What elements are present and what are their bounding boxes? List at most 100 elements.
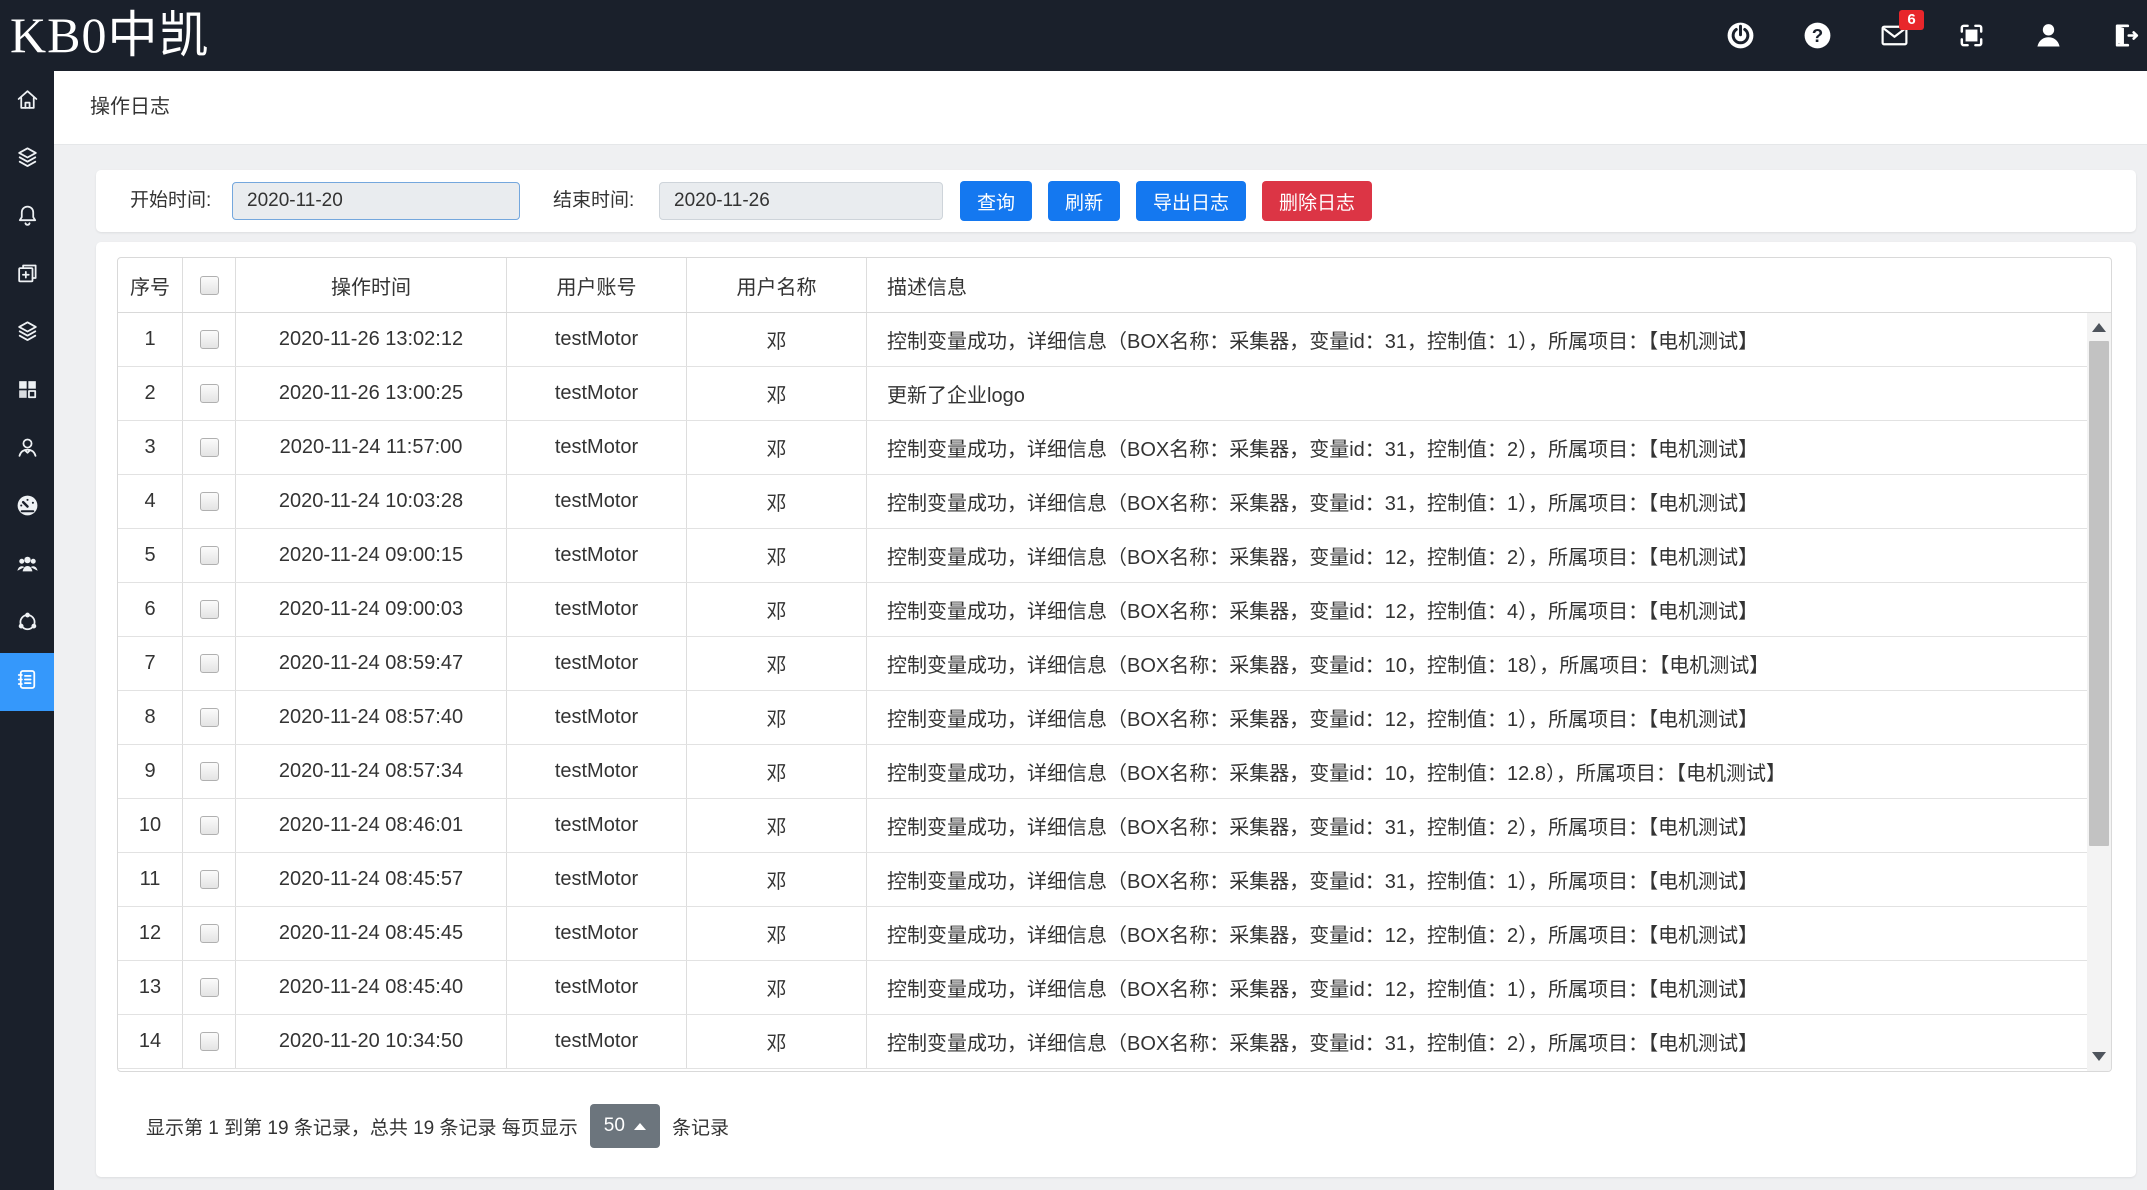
user-group-icon xyxy=(15,551,40,581)
user-account-cell: testMotor xyxy=(507,1015,687,1068)
sidebar-item-2[interactable] xyxy=(0,189,54,247)
refresh-button[interactable]: 刷新 xyxy=(1048,181,1120,221)
row-checkbox[interactable] xyxy=(200,492,219,511)
operation-time-cell: 2020-11-24 08:57:34 xyxy=(236,745,507,798)
row-index-cell: 8 xyxy=(118,691,183,744)
operation-time-cell: 2020-11-24 08:57:40 xyxy=(236,691,507,744)
row-checkbox[interactable] xyxy=(200,708,219,727)
sidebar-item-3[interactable] xyxy=(0,247,54,305)
brand-logo: KB0中凯 xyxy=(10,0,209,71)
sidebar-item-4[interactable] xyxy=(0,305,54,363)
page-size-dropdown[interactable]: 50 xyxy=(590,1104,660,1148)
sidebar-item-9[interactable] xyxy=(0,595,54,653)
table-body: 12020-11-26 13:02:12testMotor邓控制变量成功，详细信… xyxy=(118,313,2111,1071)
row-checkbox[interactable] xyxy=(200,978,219,997)
table-row: 72020-11-24 08:59:47testMotor邓控制变量成功，详细信… xyxy=(118,637,2089,691)
row-index-cell: 4 xyxy=(118,475,183,528)
user-name-cell: 邓 xyxy=(687,475,867,528)
table-row: 62020-11-24 09:00:03testMotor邓控制变量成功，详细信… xyxy=(118,583,2089,637)
row-checkbox[interactable] xyxy=(200,330,219,349)
pagination-info-suffix: 条记录 xyxy=(672,1113,729,1140)
user-name-cell: 邓 xyxy=(687,421,867,474)
row-checkbox[interactable] xyxy=(200,924,219,943)
table-row: 92020-11-24 08:57:34testMotor邓控制变量成功，详细信… xyxy=(118,745,2089,799)
start-date-input[interactable] xyxy=(232,182,520,220)
user-name-cell: 邓 xyxy=(687,1015,867,1068)
row-checkbox-cell xyxy=(183,907,236,960)
operation-time-cell: 2020-11-24 08:45:57 xyxy=(236,853,507,906)
export-log-button[interactable]: 导出日志 xyxy=(1136,181,1246,221)
row-index-cell: 7 xyxy=(118,637,183,690)
pagination-info-prefix: 显示第 1 到第 19 条记录，总共 19 条记录 每页显示 xyxy=(146,1113,578,1140)
row-checkbox[interactable] xyxy=(200,870,219,889)
top-navbar: KB0中凯 ?6 xyxy=(0,0,2147,71)
query-button[interactable]: 查询 xyxy=(960,181,1032,221)
pagination-bar: 显示第 1 到第 19 条记录，总共 19 条记录 每页显示 50 条记录 xyxy=(146,1104,729,1148)
user-account-cell: testMotor xyxy=(507,529,687,582)
delete-log-button[interactable]: 删除日志 xyxy=(1262,181,1372,221)
row-checkbox[interactable] xyxy=(200,762,219,781)
description-cell: 控制变量成功，详细信息（BOX名称：采集器，变量id：31，控制值：2），所属项… xyxy=(867,1015,2089,1068)
sidebar-item-6[interactable] xyxy=(0,421,54,479)
exit-icon[interactable] xyxy=(2110,20,2141,51)
select-all-checkbox[interactable] xyxy=(200,276,219,295)
row-checkbox[interactable] xyxy=(200,438,219,457)
table-scrollbar[interactable] xyxy=(2087,313,2111,1071)
row-checkbox[interactable] xyxy=(200,816,219,835)
filter-buttons: 查询刷新导出日志删除日志 xyxy=(960,181,1372,221)
row-checkbox-cell xyxy=(183,313,236,366)
fullscreen-icon[interactable] xyxy=(1956,20,1987,51)
operation-time-cell: 2020-11-24 09:00:03 xyxy=(236,583,507,636)
table-row: 52020-11-24 09:00:15testMotor邓控制变量成功，详细信… xyxy=(118,529,2089,583)
sidebar-item-8[interactable] xyxy=(0,537,54,595)
sidebar-item-7[interactable] xyxy=(0,479,54,537)
end-time-label: 结束时间: xyxy=(553,170,634,232)
operation-time-cell: 2020-11-20 10:34:50 xyxy=(236,1015,507,1068)
filter-card: 开始时间: 结束时间: 查询刷新导出日志删除日志 xyxy=(96,170,2136,232)
row-checkbox[interactable] xyxy=(200,600,219,619)
end-date-input[interactable] xyxy=(659,182,943,220)
sidebar-item-5[interactable] xyxy=(0,363,54,421)
log-icon xyxy=(15,667,40,697)
mail-icon[interactable]: 6 xyxy=(1879,20,1910,51)
description-cell: 更新了企业logo xyxy=(867,367,2089,420)
bell-icon xyxy=(15,203,40,233)
row-checkbox[interactable] xyxy=(200,654,219,673)
table-row: 142020-11-20 10:34:50testMotor邓控制变量成功，详细… xyxy=(118,1015,2089,1069)
scrollbar-thumb[interactable] xyxy=(2089,341,2109,846)
page-title: 操作日志 xyxy=(90,71,170,144)
page-title-bar: 操作日志 xyxy=(54,71,2147,145)
row-checkbox[interactable] xyxy=(200,546,219,565)
add-box-icon xyxy=(15,261,40,291)
row-checkbox-cell xyxy=(183,637,236,690)
help-icon[interactable]: ? xyxy=(1802,20,1833,51)
header-checkbox-cell xyxy=(183,258,236,312)
row-checkbox[interactable] xyxy=(200,1032,219,1051)
home-icon xyxy=(15,87,40,117)
scroll-up-arrow-icon[interactable] xyxy=(2092,323,2106,332)
row-index-cell: 1 xyxy=(118,313,183,366)
table-row: 112020-11-24 08:45:57testMotor邓控制变量成功，详细… xyxy=(118,853,2089,907)
row-index-cell: 9 xyxy=(118,745,183,798)
power-icon[interactable] xyxy=(1725,20,1756,51)
user-name-cell: 邓 xyxy=(687,529,867,582)
row-checkbox[interactable] xyxy=(200,384,219,403)
scroll-down-arrow-icon[interactable] xyxy=(2092,1052,2106,1061)
layers-icon xyxy=(15,319,40,349)
description-cell: 控制变量成功，详细信息（BOX名称：采集器，变量id：31，控制值：1），所属项… xyxy=(867,475,2089,528)
description-cell: 控制变量成功，详细信息（BOX名称：采集器，变量id：31，控制值：2），所属项… xyxy=(867,421,2089,474)
log-table-card: 序号操作时间用户账号用户名称描述信息 12020-11-26 13:02:12t… xyxy=(96,242,2136,1177)
sidebar-item-10-active[interactable] xyxy=(0,653,54,711)
navbar-actions: ?6 xyxy=(1725,0,2141,71)
user-icon xyxy=(15,435,40,465)
sidebar-item-0[interactable] xyxy=(0,73,54,131)
operation-time-cell: 2020-11-24 09:00:15 xyxy=(236,529,507,582)
sidebar-item-1[interactable] xyxy=(0,131,54,189)
description-cell: 控制变量成功，详细信息（BOX名称：采集器，变量id：10，控制值：12.8），… xyxy=(867,745,2089,798)
operation-time-cell: 2020-11-26 13:00:25 xyxy=(236,367,507,420)
user-name-cell: 邓 xyxy=(687,583,867,636)
description-cell: 控制变量成功，详细信息（BOX名称：采集器，变量id：12，控制值：2），所属项… xyxy=(867,907,2089,960)
user-account-cell: testMotor xyxy=(507,907,687,960)
table-row: 12020-11-26 13:02:12testMotor邓控制变量成功，详细信… xyxy=(118,313,2089,367)
user-icon[interactable] xyxy=(2033,20,2064,51)
